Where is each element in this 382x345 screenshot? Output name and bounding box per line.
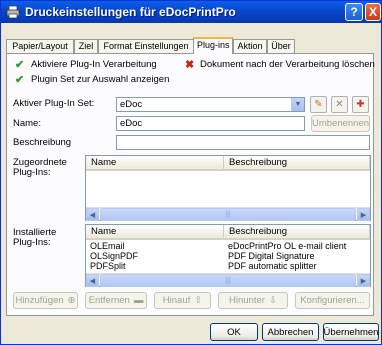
new-icon: ✚: [356, 99, 365, 110]
ok-button[interactable]: OK: [210, 323, 258, 341]
help-button[interactable]: ?: [345, 3, 363, 21]
column-header-description[interactable]: Beschreibung: [224, 156, 370, 169]
move-up-label: Hinauf: [162, 295, 191, 306]
move-up-button[interactable]: Hinauf ⇧: [154, 292, 211, 309]
tab-papier-layout[interactable]: Papier/Layout: [6, 39, 74, 53]
configure-button[interactable]: Konfigurieren...: [295, 292, 370, 309]
installed-plugins-list[interactable]: Name Beschreibung OLEmail eDocPrintPro O…: [85, 224, 371, 287]
plugin-name: PDFSplit: [90, 261, 126, 271]
remove-button[interactable]: Entfernen ▬: [85, 292, 147, 309]
arrow-up-icon: ⇧: [194, 295, 203, 306]
show-plugin-set-label[interactable]: Plugin Set zur Auswahl anzeigen: [31, 74, 169, 85]
printer-icon: [6, 5, 20, 19]
add-label: Hinzufügen: [15, 295, 64, 306]
add-icon: ⊕: [67, 295, 76, 306]
scroll-right-icon[interactable]: ▶: [357, 208, 370, 221]
new-set-button[interactable]: ✚: [352, 96, 369, 113]
installed-label-line2: Plug-Ins:: [13, 237, 51, 248]
tab-ziel[interactable]: Ziel: [74, 39, 98, 53]
tab-format-einstellungen[interactable]: Format Einstellungen: [98, 39, 194, 53]
name-label: Name:: [13, 118, 41, 129]
check-icon[interactable]: ✔: [15, 73, 24, 86]
rename-button[interactable]: Umbenennen: [311, 115, 370, 132]
column-header-description[interactable]: Beschreibung: [224, 225, 370, 238]
active-set-value: eDoc: [120, 99, 143, 110]
assigned-plugins-list[interactable]: Name Beschreibung ◀ ||| ▶: [85, 155, 371, 221]
installed-list-header: Name Beschreibung: [86, 225, 370, 240]
title-bar[interactable]: Druckeinstellungen für eDocPrintPro ? X: [1, 1, 381, 23]
horizontal-scrollbar[interactable]: ◀ ||| ▶: [86, 273, 370, 287]
plugin-description: PDF automatic splitter: [228, 261, 317, 271]
active-set-label: Aktiver Plug-In Set:: [13, 98, 95, 109]
chevron-down-icon[interactable]: ▼: [291, 98, 304, 111]
plugins-panel: ✔ Aktiviere Plug-In Verarbeitung ✖ Dokum…: [6, 53, 375, 316]
check-icon[interactable]: ✔: [15, 58, 24, 71]
move-down-button[interactable]: Hinunter ⇩: [218, 292, 288, 309]
tab-uber[interactable]: Über: [267, 39, 295, 53]
scroll-thumb[interactable]: |||: [100, 208, 356, 221]
delete-set-button[interactable]: ✕: [331, 96, 348, 113]
close-button[interactable]: X: [365, 3, 381, 21]
name-value: eDoc: [120, 118, 143, 129]
remove-label: Entfernen: [88, 295, 130, 306]
add-button[interactable]: Hinzufügen ⊕: [13, 292, 78, 309]
description-label: Beschreibung: [13, 137, 72, 148]
cancel-button[interactable]: Abbrechen: [262, 323, 319, 341]
apply-button[interactable]: Übernehmen: [323, 323, 379, 341]
assigned-list-header: Name Beschreibung: [86, 156, 370, 171]
active-set-select[interactable]: eDoc ▼: [116, 97, 305, 112]
tab-plug-ins[interactable]: Plug-ins: [193, 37, 233, 54]
column-header-name[interactable]: Name: [86, 156, 224, 169]
tab-aktion[interactable]: Aktion: [233, 39, 267, 53]
delete-x-icon[interactable]: ✖: [185, 58, 194, 71]
edit-set-button[interactable]: ✎: [310, 96, 327, 113]
description-field[interactable]: [116, 135, 370, 150]
scroll-right-icon[interactable]: ▶: [357, 274, 370, 287]
horizontal-scrollbar[interactable]: ◀ ||| ▶: [86, 207, 370, 221]
pencil-icon: ✎: [314, 99, 323, 110]
activate-processing-label[interactable]: Aktiviere Plug-In Verarbeitung: [31, 59, 157, 70]
dialog-window: Druckeinstellungen für eDocPrintPro ? X …: [0, 0, 382, 345]
assigned-label-line2: Plug-Ins:: [13, 167, 51, 178]
move-down-label: Hinunter: [229, 295, 265, 306]
arrow-down-icon: ⇩: [268, 295, 277, 306]
window-title: Druckeinstellungen für eDocPrintPro: [25, 5, 236, 19]
scroll-left-icon[interactable]: ◀: [86, 274, 99, 287]
name-field[interactable]: eDoc: [116, 116, 305, 131]
column-header-name[interactable]: Name: [86, 225, 224, 238]
remove-icon: ▬: [133, 295, 144, 306]
list-item[interactable]: PDFSplit PDF automatic splitter: [86, 261, 370, 272]
delete-document-label[interactable]: Dokument nach der Verarbeitung löschen: [200, 59, 375, 70]
scroll-left-icon[interactable]: ◀: [86, 208, 99, 221]
delete-icon: ✕: [335, 99, 344, 110]
scroll-thumb[interactable]: |||: [100, 274, 356, 287]
